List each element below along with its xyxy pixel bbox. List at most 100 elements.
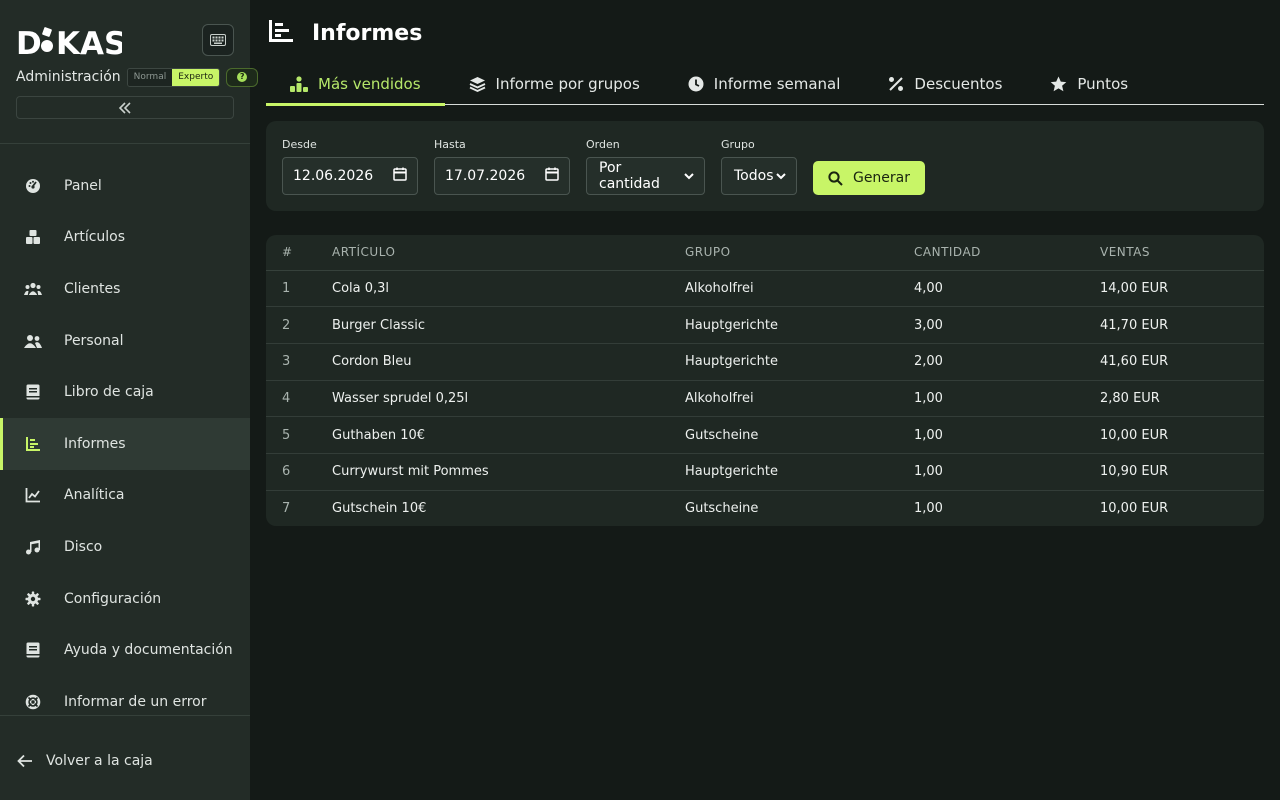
chevron-down-icon	[776, 168, 786, 184]
percent-icon	[888, 76, 904, 92]
tab-informe-semanal[interactable]: Informe semanal	[664, 64, 865, 104]
row-number: 7	[282, 501, 291, 517]
gear-icon	[24, 590, 42, 608]
row-quantity: 1,00	[914, 416, 1100, 454]
row-group: Alkoholfrei	[685, 380, 914, 418]
table-row: 1 Cola 0,3l Alkoholfrei 4,00 14,00 EUR	[266, 270, 1264, 308]
table-row: 3 Cordon Bleu Hauptgerichte 2,00 41,60 E…	[266, 343, 1264, 381]
group-select[interactable]: Todos	[721, 157, 797, 195]
sidebar-item-label: Configuración	[64, 590, 162, 607]
help-toggle[interactable]: ?	[226, 67, 259, 87]
tab-puntos[interactable]: Puntos	[1026, 64, 1152, 104]
sidebar-divider	[0, 715, 250, 716]
order-value: Por cantidad	[599, 160, 660, 192]
tab-label: Informe por grupos	[495, 75, 640, 93]
row-sales: 2,80 EUR	[1100, 380, 1264, 418]
boxes-icon	[24, 228, 42, 246]
sidebar-item-informes[interactable]: Informes	[0, 417, 250, 470]
generate-button[interactable]: Generar	[813, 161, 925, 195]
svg-text:D: D	[16, 26, 42, 58]
to-date-input[interactable]: 17.07.2026	[434, 157, 570, 195]
row-article: Wasser sprudel 0,25l	[332, 380, 685, 418]
row-article: Cordon Bleu	[332, 343, 685, 381]
sidebar-item-panel[interactable]: Panel	[0, 160, 250, 212]
sidebar-item-label: Analítica	[64, 487, 125, 504]
dashboard-icon	[24, 177, 42, 195]
mode-toggle[interactable]: Normal Experto	[126, 67, 221, 87]
from-date-value: 12.06.2026	[293, 168, 374, 184]
from-date-field: Desde 12.06.2026	[282, 138, 418, 195]
tab-descuentos[interactable]: Descuentos	[864, 64, 1026, 104]
column-header-group[interactable]: GRUPO	[685, 235, 914, 271]
sidebar-item-articulos[interactable]: Artículos	[0, 212, 250, 264]
table-row: 5 Guthaben 10€ Gutscheine 1,00 10,00 EUR	[266, 416, 1264, 454]
tab-label: Descuentos	[914, 75, 1003, 93]
bestseller-icon	[290, 76, 308, 92]
sidebar-nav: Panel Artículos Clientes Personal Libro …	[0, 160, 250, 728]
table-row: 6 Currywurst mit Pommes Hauptgerichte 1,…	[266, 453, 1264, 491]
to-date-field: Hasta 17.07.2026	[434, 138, 570, 195]
row-group: Gutscheine	[685, 501, 759, 517]
row-number: 3	[266, 343, 332, 381]
lifebuoy-icon	[24, 693, 42, 711]
music-icon	[24, 538, 42, 556]
from-date-input[interactable]: 12.06.2026	[282, 157, 418, 195]
row-sales: 41,70 EUR	[1100, 306, 1264, 344]
page-title: Informes	[312, 20, 423, 46]
row-quantity: 2,00	[914, 343, 1100, 381]
sidebar-item-label: Ayuda y documentación	[64, 642, 233, 659]
row-group: Hauptgerichte	[685, 453, 914, 491]
row-number: 1	[266, 270, 332, 308]
tab-label: Informe semanal	[713, 75, 841, 93]
row-article: Cola 0,3l	[332, 270, 685, 308]
sidebar-item-ayuda[interactable]: Ayuda y documentación	[0, 624, 250, 676]
dikas-logo-icon: D KAS	[16, 26, 126, 62]
svg-text:KAS: KAS	[56, 26, 122, 58]
order-select[interactable]: Por cantidad	[586, 157, 705, 195]
column-header-number[interactable]: #	[266, 235, 332, 271]
mode-expert-option[interactable]: Experto	[172, 68, 220, 86]
sidebar-item-libro-de-caja[interactable]: Libro de caja	[0, 366, 250, 418]
brand-logo: D KAS	[16, 24, 126, 68]
table-row: 2 Burger Classic Hauptgerichte 3,00 41,7…	[266, 306, 1264, 344]
row-quantity: 1,00	[914, 501, 943, 517]
row-article: Guthaben 10€	[332, 416, 685, 454]
back-to-register-link[interactable]: Volver a la caja	[16, 750, 153, 772]
row-sales: 10,00 EUR	[1100, 416, 1264, 454]
group-label: Grupo	[721, 138, 755, 151]
column-header-quantity[interactable]: CANTIDAD	[914, 235, 1100, 271]
tab-informe-por-grupos[interactable]: Informe por grupos	[445, 64, 664, 104]
sidebar-item-analitica[interactable]: Analítica	[0, 470, 250, 522]
sidebar-item-personal[interactable]: Personal	[0, 315, 250, 367]
admin-mode-row: Administración Normal Experto ?	[16, 67, 259, 87]
keyboard-button[interactable]	[202, 24, 234, 56]
tab-mas-vendidos[interactable]: Más vendidos	[266, 64, 445, 106]
row-group: Gutscheine	[685, 416, 914, 454]
collapse-sidebar-button[interactable]	[16, 96, 234, 119]
sidebar-item-disco[interactable]: Disco	[0, 521, 250, 573]
column-header-sales[interactable]: VENTAS	[1100, 235, 1264, 271]
calendar-icon	[545, 167, 559, 185]
sidebar-item-label: Artículos	[64, 229, 126, 246]
help-badge: ?	[237, 72, 248, 82]
row-article: Currywurst mit Pommes	[332, 453, 685, 491]
to-label: Hasta	[434, 138, 466, 151]
order-field: Orden Por cantidad	[586, 138, 705, 195]
sidebar-item-clientes[interactable]: Clientes	[0, 263, 250, 315]
sidebar: D KAS Administración Normal Experto ? Pa…	[0, 0, 259, 800]
row-number: 5	[266, 416, 332, 454]
sidebar-item-configuracion[interactable]: Configuración	[0, 573, 250, 625]
table-row: 4 Wasser sprudel 0,25l Alkoholfrei 1,00 …	[266, 380, 1264, 418]
row-quantity: 1,00	[914, 453, 1100, 491]
column-header-article[interactable]: ARTÍCULO	[332, 235, 685, 271]
admin-label: Administración	[16, 69, 121, 85]
mode-normal-option[interactable]: Normal	[127, 68, 173, 86]
table-header-row: # ARTÍCULO GRUPO CANTIDAD VENTAS	[266, 235, 1264, 271]
row-number: 4	[266, 380, 332, 418]
sidebar-item-informar-error[interactable]: Informar de un error	[0, 676, 250, 728]
keyboard-icon	[210, 34, 226, 46]
sidebar-item-label: Panel	[64, 177, 102, 194]
sidebar-item-label: Personal	[64, 332, 124, 349]
row-quantity: 4,00	[914, 270, 1100, 308]
sidebar-item-label: Informar de un error	[64, 693, 207, 710]
